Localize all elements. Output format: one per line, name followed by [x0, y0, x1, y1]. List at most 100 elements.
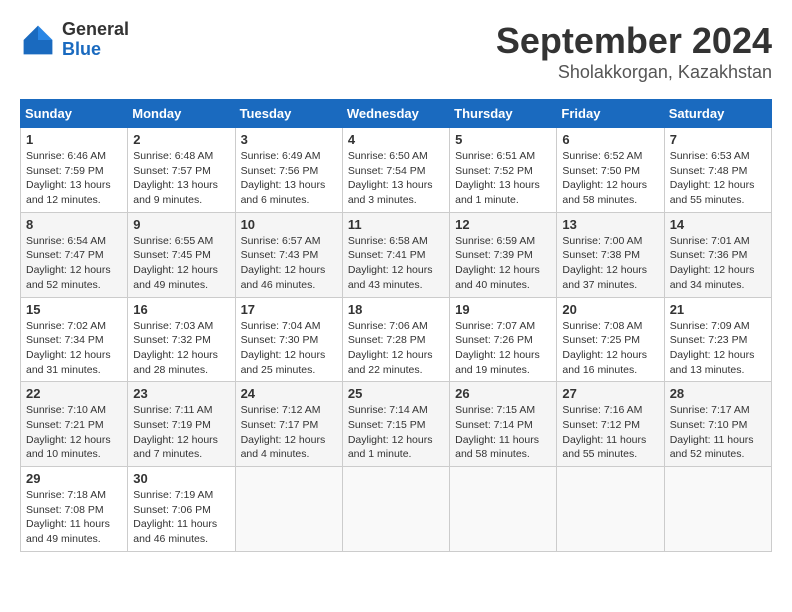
calendar-header-row: SundayMondayTuesdayWednesdayThursdayFrid… — [21, 100, 772, 128]
calendar-week-row: 29Sunrise: 7:18 AMSunset: 7:08 PMDayligh… — [21, 467, 772, 552]
day-info: Sunrise: 7:10 AMSunset: 7:21 PMDaylight:… — [26, 403, 122, 462]
day-number: 21 — [670, 302, 766, 317]
day-info: Sunrise: 6:54 AMSunset: 7:47 PMDaylight:… — [26, 234, 122, 293]
day-number: 12 — [455, 217, 551, 232]
calendar-cell: 12 Sunrise: 6:59 AMSunset: 7:39 PMDayligh… — [450, 212, 557, 297]
day-number: 3 — [241, 132, 337, 147]
calendar-cell — [342, 467, 449, 552]
day-number: 16 — [133, 302, 229, 317]
calendar-cell: 16 Sunrise: 7:03 AMSunset: 7:32 PMDayligh… — [128, 297, 235, 382]
calendar-cell: 14 Sunrise: 7:01 AMSunset: 7:36 PMDayligh… — [664, 212, 771, 297]
day-info: Sunrise: 7:17 AMSunset: 7:10 PMDaylight:… — [670, 403, 766, 462]
day-number: 14 — [670, 217, 766, 232]
calendar-cell — [664, 467, 771, 552]
page-header: General Blue September 2024 Sholakkorgan… — [20, 20, 772, 83]
day-number: 25 — [348, 386, 444, 401]
calendar-cell: 19Sunrise: 7:07 AMSunset: 7:26 PMDayligh… — [450, 297, 557, 382]
day-info: Sunrise: 6:49 AMSunset: 7:56 PMDaylight:… — [241, 149, 337, 208]
logo-general: General — [62, 19, 129, 39]
day-info: Sunrise: 7:06 AMSunset: 7:28 PMDaylight:… — [348, 319, 444, 378]
day-number: 24 — [241, 386, 337, 401]
calendar-cell: 1 Sunrise: 6:46 AMSunset: 7:59 PMDaylight… — [21, 128, 128, 213]
day-number: 1 — [26, 132, 122, 147]
day-number: 11 — [348, 217, 444, 232]
day-number: 23 — [133, 386, 229, 401]
day-info: Sunrise: 7:07 AMSunset: 7:26 PMDaylight:… — [455, 319, 551, 378]
calendar-cell: 2 Sunrise: 6:48 AMSunset: 7:57 PMDaylight… — [128, 128, 235, 213]
day-info: Sunrise: 7:04 AMSunset: 7:30 PMDaylight:… — [241, 319, 337, 378]
day-number: 22 — [26, 386, 122, 401]
day-number: 30 — [133, 471, 229, 486]
day-info: Sunrise: 7:14 AMSunset: 7:15 PMDaylight:… — [348, 403, 444, 462]
calendar-cell: 11 Sunrise: 6:58 AMSunset: 7:41 PMDayligh… — [342, 212, 449, 297]
day-number: 5 — [455, 132, 551, 147]
calendar-cell: 28 Sunrise: 7:17 AMSunset: 7:10 PMDayligh… — [664, 382, 771, 467]
calendar-week-row: 8 Sunrise: 6:54 AMSunset: 7:47 PMDaylight… — [21, 212, 772, 297]
day-number: 15 — [26, 302, 122, 317]
day-info: Sunrise: 6:53 AMSunset: 7:48 PMDaylight:… — [670, 149, 766, 208]
day-header-wednesday: Wednesday — [342, 100, 449, 128]
calendar-cell: 20 Sunrise: 7:08 AMSunset: 7:25 PMDayligh… — [557, 297, 664, 382]
day-number: 4 — [348, 132, 444, 147]
calendar-cell: 10 Sunrise: 6:57 AMSunset: 7:43 PMDayligh… — [235, 212, 342, 297]
day-number: 13 — [562, 217, 658, 232]
day-info: Sunrise: 7:01 AMSunset: 7:36 PMDaylight:… — [670, 234, 766, 293]
calendar-table: SundayMondayTuesdayWednesdayThursdayFrid… — [20, 99, 772, 552]
logo: General Blue — [20, 20, 129, 60]
calendar-cell: 3 Sunrise: 6:49 AMSunset: 7:56 PMDaylight… — [235, 128, 342, 213]
day-number: 20 — [562, 302, 658, 317]
day-number: 10 — [241, 217, 337, 232]
calendar-cell: 18 Sunrise: 7:06 AMSunset: 7:28 PMDayligh… — [342, 297, 449, 382]
day-info: Sunrise: 7:03 AMSunset: 7:32 PMDaylight:… — [133, 319, 229, 378]
day-info: Sunrise: 6:51 AMSunset: 7:52 PMDaylight:… — [455, 149, 551, 208]
day-header-thursday: Thursday — [450, 100, 557, 128]
calendar-cell: 21Sunrise: 7:09 AMSunset: 7:23 PMDayligh… — [664, 297, 771, 382]
month-title: September 2024 — [496, 20, 772, 62]
location: Sholakkorgan, Kazakhstan — [496, 62, 772, 83]
day-header-sunday: Sunday — [21, 100, 128, 128]
day-info: Sunrise: 6:48 AMSunset: 7:57 PMDaylight:… — [133, 149, 229, 208]
calendar-cell: 6Sunrise: 6:52 AMSunset: 7:50 PMDaylight… — [557, 128, 664, 213]
day-number: 28 — [670, 386, 766, 401]
calendar-cell: 23Sunrise: 7:11 AMSunset: 7:19 PMDayligh… — [128, 382, 235, 467]
day-info: Sunrise: 6:52 AMSunset: 7:50 PMDaylight:… — [562, 149, 658, 208]
day-info: Sunrise: 6:46 AMSunset: 7:59 PMDaylight:… — [26, 149, 122, 208]
day-header-tuesday: Tuesday — [235, 100, 342, 128]
calendar-cell: 13 Sunrise: 7:00 AMSunset: 7:38 PMDayligh… — [557, 212, 664, 297]
calendar-week-row: 15 Sunrise: 7:02 AMSunset: 7:34 PMDayligh… — [21, 297, 772, 382]
day-number: 27 — [562, 386, 658, 401]
calendar-cell: 8 Sunrise: 6:54 AMSunset: 7:47 PMDaylight… — [21, 212, 128, 297]
day-info: Sunrise: 6:59 AMSunset: 7:39 PMDaylight:… — [455, 234, 551, 293]
day-info: Sunrise: 6:57 AMSunset: 7:43 PMDaylight:… — [241, 234, 337, 293]
day-header-saturday: Saturday — [664, 100, 771, 128]
day-header-monday: Monday — [128, 100, 235, 128]
calendar-cell: 25 Sunrise: 7:14 AMSunset: 7:15 PMDayligh… — [342, 382, 449, 467]
calendar-cell — [557, 467, 664, 552]
title-block: September 2024 Sholakkorgan, Kazakhstan — [496, 20, 772, 83]
calendar-week-row: 22 Sunrise: 7:10 AMSunset: 7:21 PMDayligh… — [21, 382, 772, 467]
calendar-cell: 15 Sunrise: 7:02 AMSunset: 7:34 PMDayligh… — [21, 297, 128, 382]
day-info: Sunrise: 7:15 AMSunset: 7:14 PMDaylight:… — [455, 403, 551, 462]
day-info: Sunrise: 7:16 AMSunset: 7:12 PMDaylight:… — [562, 403, 658, 462]
calendar-cell: 9Sunrise: 6:55 AMSunset: 7:45 PMDaylight… — [128, 212, 235, 297]
calendar-week-row: 1 Sunrise: 6:46 AMSunset: 7:59 PMDaylight… — [21, 128, 772, 213]
calendar-cell: 7Sunrise: 6:53 AMSunset: 7:48 PMDaylight… — [664, 128, 771, 213]
day-info: Sunrise: 7:02 AMSunset: 7:34 PMDaylight:… — [26, 319, 122, 378]
day-info: Sunrise: 6:58 AMSunset: 7:41 PMDaylight:… — [348, 234, 444, 293]
calendar-cell: 5 Sunrise: 6:51 AMSunset: 7:52 PMDaylight… — [450, 128, 557, 213]
day-info: Sunrise: 7:00 AMSunset: 7:38 PMDaylight:… — [562, 234, 658, 293]
calendar-cell: 27 Sunrise: 7:16 AMSunset: 7:12 PMDayligh… — [557, 382, 664, 467]
calendar-cell: 30 Sunrise: 7:19 AMSunset: 7:06 PMDayligh… — [128, 467, 235, 552]
day-info: Sunrise: 7:18 AMSunset: 7:08 PMDaylight:… — [26, 488, 122, 547]
day-info: Sunrise: 7:08 AMSunset: 7:25 PMDaylight:… — [562, 319, 658, 378]
logo-icon — [20, 22, 56, 58]
day-info: Sunrise: 6:50 AMSunset: 7:54 PMDaylight:… — [348, 149, 444, 208]
day-number: 26 — [455, 386, 551, 401]
day-number: 18 — [348, 302, 444, 317]
day-info: Sunrise: 7:12 AMSunset: 7:17 PMDaylight:… — [241, 403, 337, 462]
day-number: 8 — [26, 217, 122, 232]
day-number: 2 — [133, 132, 229, 147]
day-info: Sunrise: 7:19 AMSunset: 7:06 PMDaylight:… — [133, 488, 229, 547]
calendar-cell: 24 Sunrise: 7:12 AMSunset: 7:17 PMDayligh… — [235, 382, 342, 467]
calendar-cell: 29Sunrise: 7:18 AMSunset: 7:08 PMDayligh… — [21, 467, 128, 552]
